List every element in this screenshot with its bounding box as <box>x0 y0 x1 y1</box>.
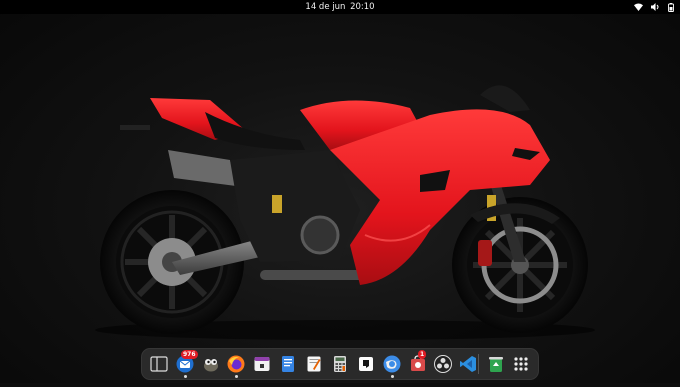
obs-icon <box>434 355 452 373</box>
notification-badge: 976 <box>181 350 198 359</box>
motorcycle-image <box>95 85 595 340</box>
clock-date: 14 de jun <box>305 2 346 12</box>
vscode-icon <box>460 356 476 372</box>
running-indicator <box>183 375 187 378</box>
firefox-icon <box>227 355 245 373</box>
clock[interactable]: 14 de jun 20:10 <box>0 0 680 14</box>
trash-icon <box>489 357 503 372</box>
running-indicator <box>390 375 394 378</box>
dock-item-firefox[interactable] <box>227 355 245 373</box>
notes-icon <box>359 357 373 371</box>
notification-badge: 1 <box>418 350 427 359</box>
text-editor-icon <box>307 356 321 372</box>
dock-item-show-apps[interactable] <box>512 355 530 373</box>
wifi-icon <box>634 3 643 11</box>
volume-icon <box>651 3 659 11</box>
app-grid-icon <box>514 357 528 371</box>
running-indicator <box>234 375 238 378</box>
overview-icon <box>150 356 168 372</box>
gimp-icon <box>204 359 218 372</box>
dock-item-browser[interactable] <box>383 355 401 373</box>
dock-separator <box>478 354 479 374</box>
dock-item-text-editor[interactable] <box>305 355 323 373</box>
dock-item-documents[interactable] <box>279 355 297 373</box>
calculator-icon <box>334 356 346 372</box>
desktop-wallpaper <box>0 0 680 383</box>
dock-item-notes[interactable] <box>357 355 375 373</box>
dock-item-obs-studio[interactable] <box>434 355 452 373</box>
dock-item-thunderbird[interactable]: 976 <box>176 350 198 373</box>
calendar-icon <box>254 357 270 371</box>
top-bar: 14 de jun 20:10 <box>0 0 680 14</box>
dock-item-overview[interactable] <box>150 355 168 373</box>
battery-icon <box>668 2 674 12</box>
system-tray[interactable] <box>634 0 674 14</box>
dock-item-calendar[interactable] <box>253 355 271 373</box>
clock-time: 20:10 <box>350 2 375 12</box>
dock: 976 1 <box>141 348 539 380</box>
dock-item-gimp[interactable] <box>202 355 220 373</box>
dock-item-software[interactable]: 1 <box>409 350 427 373</box>
globe-icon <box>383 355 401 373</box>
dock-item-vscode[interactable] <box>459 355 477 373</box>
dock-item-calculator[interactable] <box>331 355 349 373</box>
dock-item-trash[interactable] <box>487 355 505 373</box>
documents-icon <box>282 356 294 372</box>
